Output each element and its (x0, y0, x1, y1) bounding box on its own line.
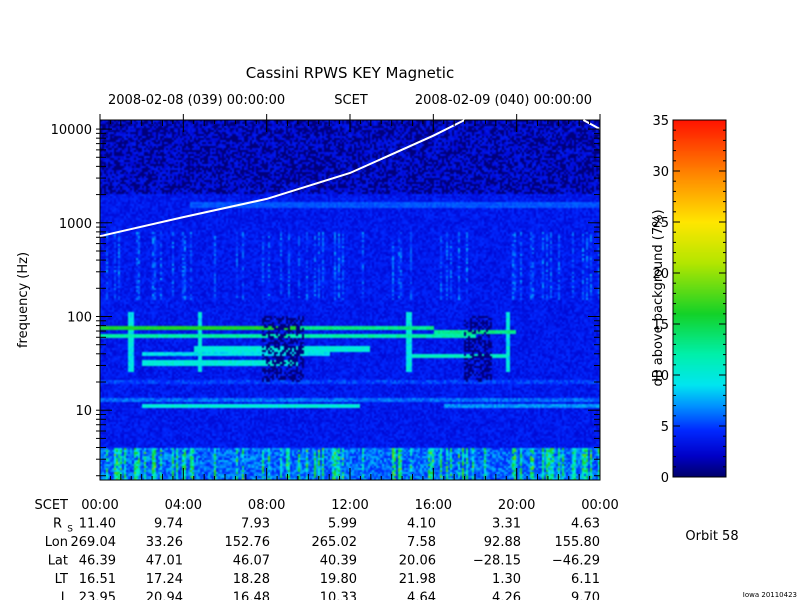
ephemeris-value: 16:00 (415, 498, 452, 513)
y-tick-label: 10000 (51, 123, 92, 138)
ephemeris-value: 9.74 (154, 517, 183, 532)
ephemeris-value: 6.11 (571, 572, 600, 587)
orbit-label: Orbit 58 (685, 529, 738, 544)
colorbar-tick-label: 30 (652, 165, 669, 180)
spectrogram-plot: 10 100 1000 10000 (51, 114, 601, 481)
ephemeris-value: 18.28 (233, 572, 270, 587)
ephemeris-value: 08:00 (248, 498, 285, 513)
colorbar-tick-label: 5 (661, 420, 669, 435)
ephemeris-row-label: Lon (45, 535, 68, 550)
ephemeris-value: 269.04 (71, 535, 117, 550)
credit-stamp: Iowa 20110423 (743, 591, 797, 599)
ephemeris-value: 16.51 (79, 572, 116, 587)
ephemeris-row-label: LT (55, 572, 68, 587)
ephemeris-value: 4.64 (407, 591, 436, 600)
header-end-time: 2008-02-09 (040) 00:00:00 (415, 93, 592, 108)
ephemeris-row-label: R (53, 517, 62, 532)
colorbar-tick-label: 35 (652, 114, 669, 129)
ephemeris-value: 4.63 (571, 517, 600, 532)
ephemeris-value: 20.06 (399, 554, 436, 569)
ephemeris-row-label: L (61, 591, 69, 600)
colorbar-gradient (673, 120, 726, 477)
ephemeris-row-label: Lat (48, 554, 68, 569)
ephemeris-row-label-subscript: S (67, 525, 73, 535)
ephemeris-value: 17.24 (146, 572, 183, 587)
ephemeris-value: 152.76 (225, 535, 271, 550)
ephemeris-value: 10.33 (320, 591, 357, 600)
ephemeris-table: SCET 00:00 04:00 08:00 12:00 16:00 20:00 00:00 R… (35, 498, 619, 600)
ephemeris-value: 00:00 (581, 498, 618, 513)
ephemeris-value: 7.58 (407, 535, 436, 550)
ephemeris-value: 7.93 (241, 517, 270, 532)
chart-title: Cassini RPWS KEY Magnetic (246, 64, 454, 82)
y-tick-label: 10 (75, 404, 92, 419)
y-tick-label: 100 (67, 311, 92, 326)
y-tick-label: 1000 (59, 217, 92, 232)
ephemeris-row-label: SCET (35, 498, 69, 513)
ephemeris-value: 20.94 (146, 591, 183, 600)
ephemeris-value: 3.31 (492, 517, 521, 532)
ephemeris-value: −46.29 (552, 554, 600, 569)
ephemeris-value: 33.26 (146, 535, 183, 550)
ephemeris-value: 21.98 (399, 572, 436, 587)
ephemeris-value: 265.02 (312, 535, 358, 550)
ephemeris-value: 20:00 (498, 498, 535, 513)
ephemeris-value: 155.80 (555, 535, 601, 550)
ephemeris-value: 9.70 (571, 591, 600, 600)
ephemeris-value: 00:00 (81, 498, 118, 513)
header-scet-label: SCET (334, 93, 368, 108)
ephemeris-value: 92.88 (484, 535, 521, 550)
ephemeris-value: −28.15 (473, 554, 521, 569)
ephemeris-value: 11.40 (79, 517, 116, 532)
ephemeris-value: 46.39 (79, 554, 116, 569)
ephemeris-value: 47.01 (146, 554, 183, 569)
header-start-time: 2008-02-08 (039) 00:00:00 (108, 93, 285, 108)
ephemeris-value: 16.48 (233, 591, 270, 600)
y-axis-label: frequency (Hz) (16, 252, 31, 348)
colorbar-label: dB above background (7%) (651, 209, 666, 386)
ephemeris-value: 40.39 (320, 554, 357, 569)
ephemeris-value: 19.80 (320, 572, 357, 587)
ephemeris-value: 23.95 (79, 591, 116, 600)
spectrogram-figure: Cassini RPWS KEY Magnetic 2008-02-08 (03… (16, 64, 797, 600)
ephemeris-value: 5.99 (328, 517, 357, 532)
ephemeris-value: 4.26 (492, 591, 521, 600)
ephemeris-value: 12:00 (331, 498, 368, 513)
ephemeris-value: 04:00 (165, 498, 202, 513)
ephemeris-value: 46.07 (233, 554, 270, 569)
ephemeris-value: 4.10 (407, 517, 436, 532)
colorbar-tick-label: 0 (661, 471, 669, 486)
ephemeris-value: 1.30 (492, 572, 521, 587)
